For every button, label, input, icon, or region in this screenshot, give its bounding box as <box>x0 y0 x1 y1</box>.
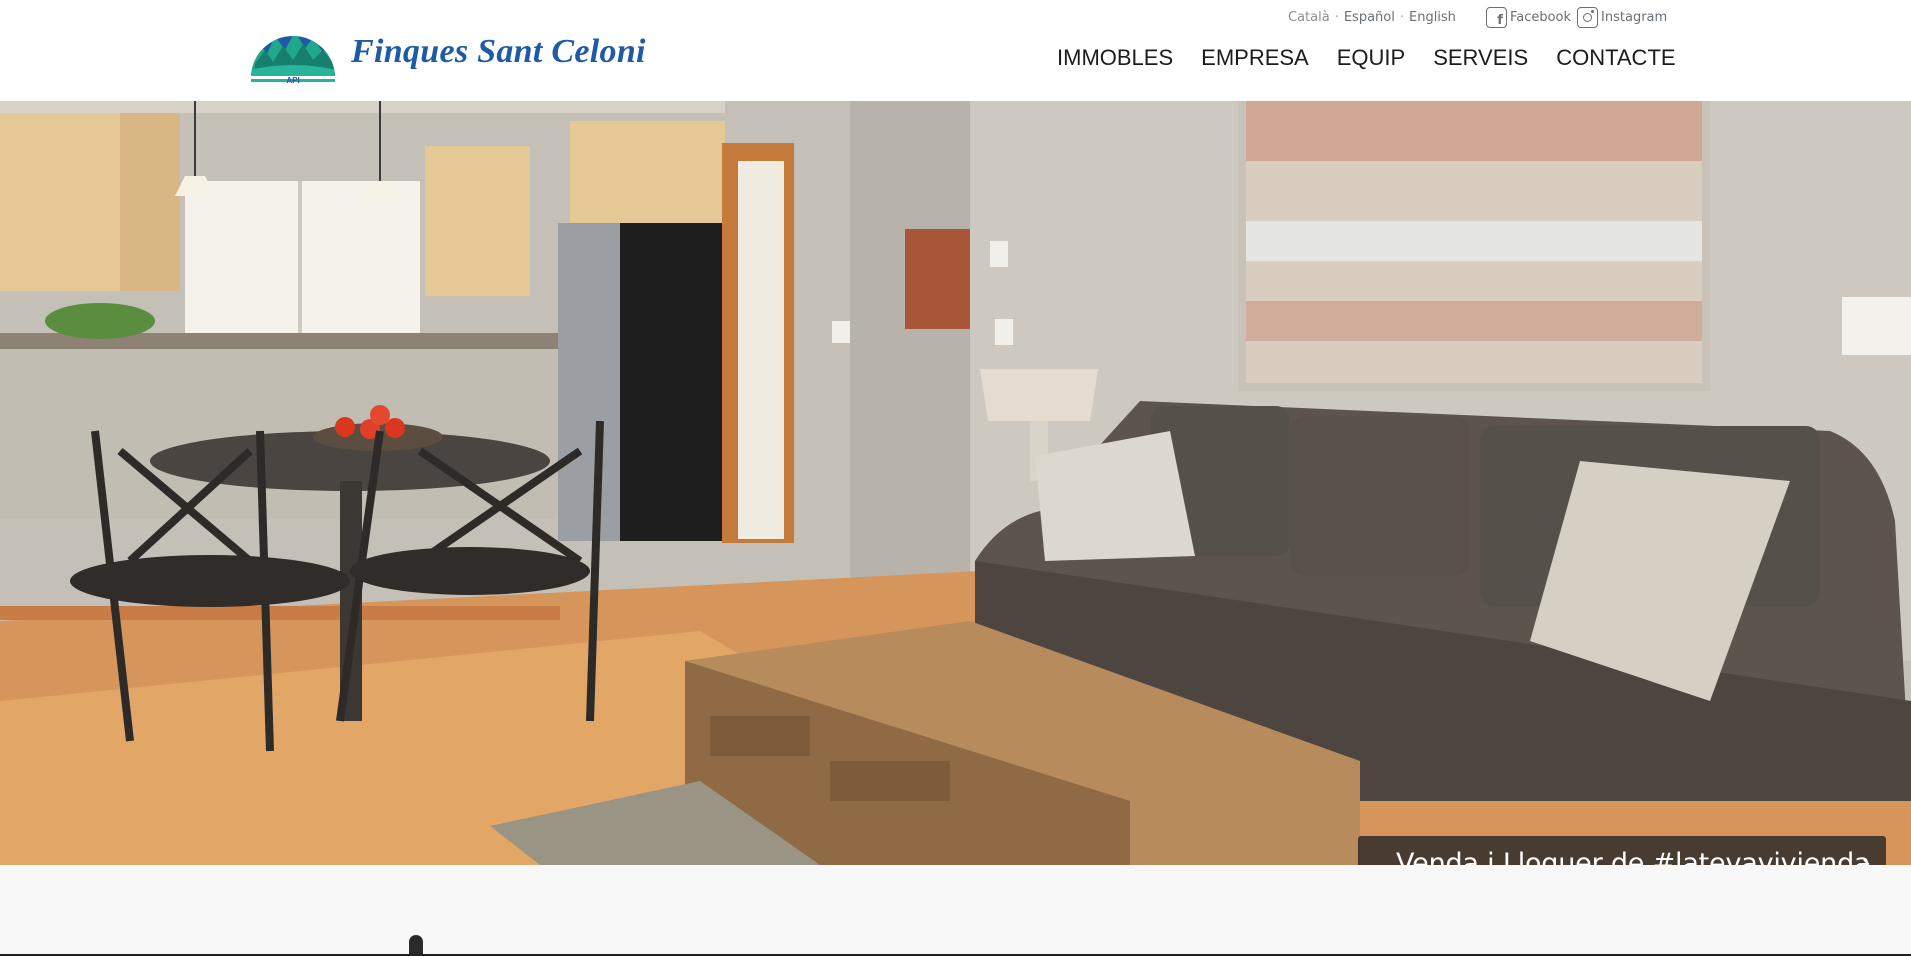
nav-serveis[interactable]: SERVEIS <box>1433 45 1528 71</box>
lang-espanol[interactable]: Español <box>1344 10 1395 25</box>
top-links: Català · Español · English f Facebook In… <box>1288 7 1667 28</box>
content-section <box>0 865 1911 956</box>
separator: · <box>1334 10 1339 25</box>
main-nav: IMMOBLES EMPRESA EQUIP SERVEIS CONTACTE <box>1057 45 1676 71</box>
instagram-link[interactable]: Instagram <box>1577 7 1667 28</box>
hero-caption[interactable]: Venda i Lloguer de #latevavivienda › <box>1358 836 1886 865</box>
facebook-icon: f <box>1485 7 1507 28</box>
logo[interactable]: API Finques Sant Celoni <box>249 20 646 85</box>
instagram-icon <box>1577 7 1599 28</box>
lang-catala[interactable]: Català <box>1288 10 1330 25</box>
partial-icon <box>409 935 423 956</box>
nav-equip[interactable]: EQUIP <box>1337 45 1405 71</box>
facebook-label: Facebook <box>1509 10 1572 25</box>
site-header: API Finques Sant Celoni Català · Español… <box>0 0 1911 101</box>
chevron-right-icon[interactable]: › <box>1861 849 1871 865</box>
logo-icon: API <box>249 20 337 85</box>
lang-english[interactable]: English <box>1409 10 1456 25</box>
hero-image <box>0 101 1911 865</box>
hero-caption-text: Venda i Lloguer de #latevavivienda <box>1396 847 1871 866</box>
nav-contacte[interactable]: CONTACTE <box>1556 45 1675 71</box>
nav-immobles[interactable]: IMMOBLES <box>1057 45 1173 71</box>
nav-empresa[interactable]: EMPRESA <box>1201 45 1309 71</box>
instagram-label: Instagram <box>1601 10 1668 25</box>
svg-text:API: API <box>286 76 299 84</box>
brand-name: Finques Sant Celoni <box>351 33 646 70</box>
facebook-link[interactable]: f Facebook <box>1485 7 1572 28</box>
separator: · <box>1399 10 1404 25</box>
hero-slider: Venda i Lloguer de #latevavivienda › <box>0 101 1911 865</box>
